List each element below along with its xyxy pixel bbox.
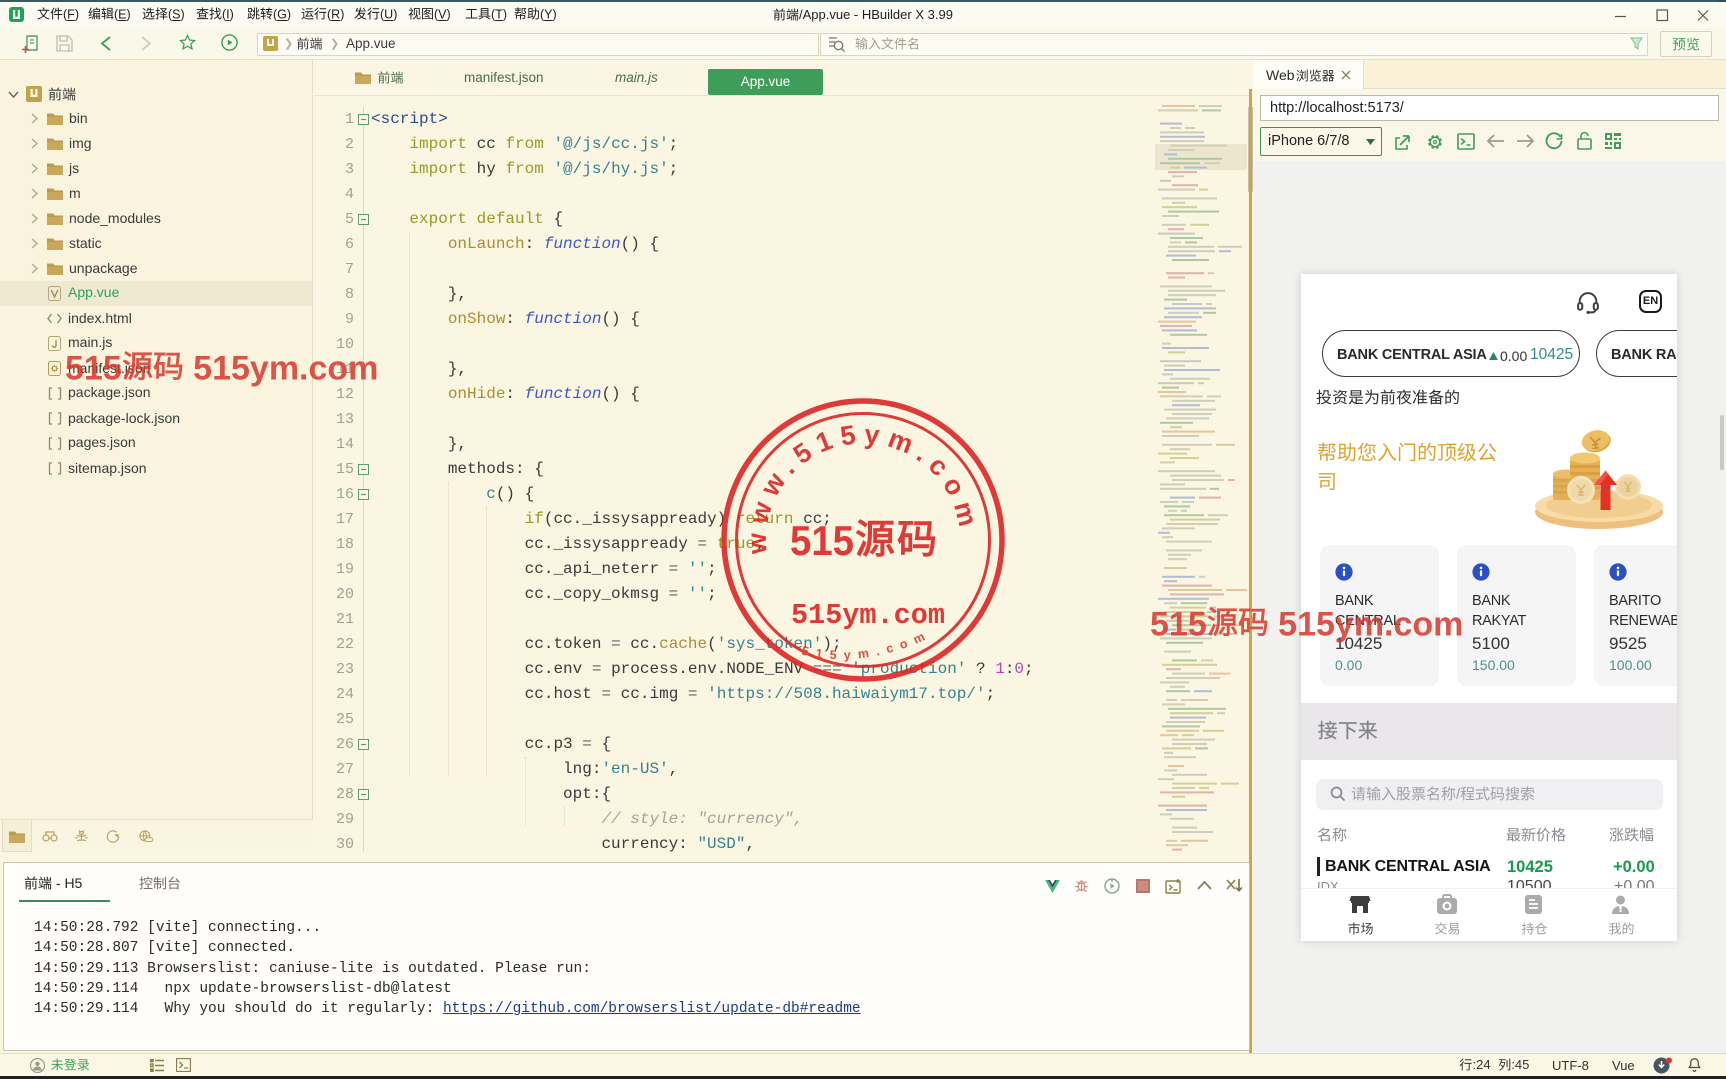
svg-text:515: 515 (790, 517, 854, 564)
svg-text:515ym.com: 515ym.com (791, 599, 945, 632)
